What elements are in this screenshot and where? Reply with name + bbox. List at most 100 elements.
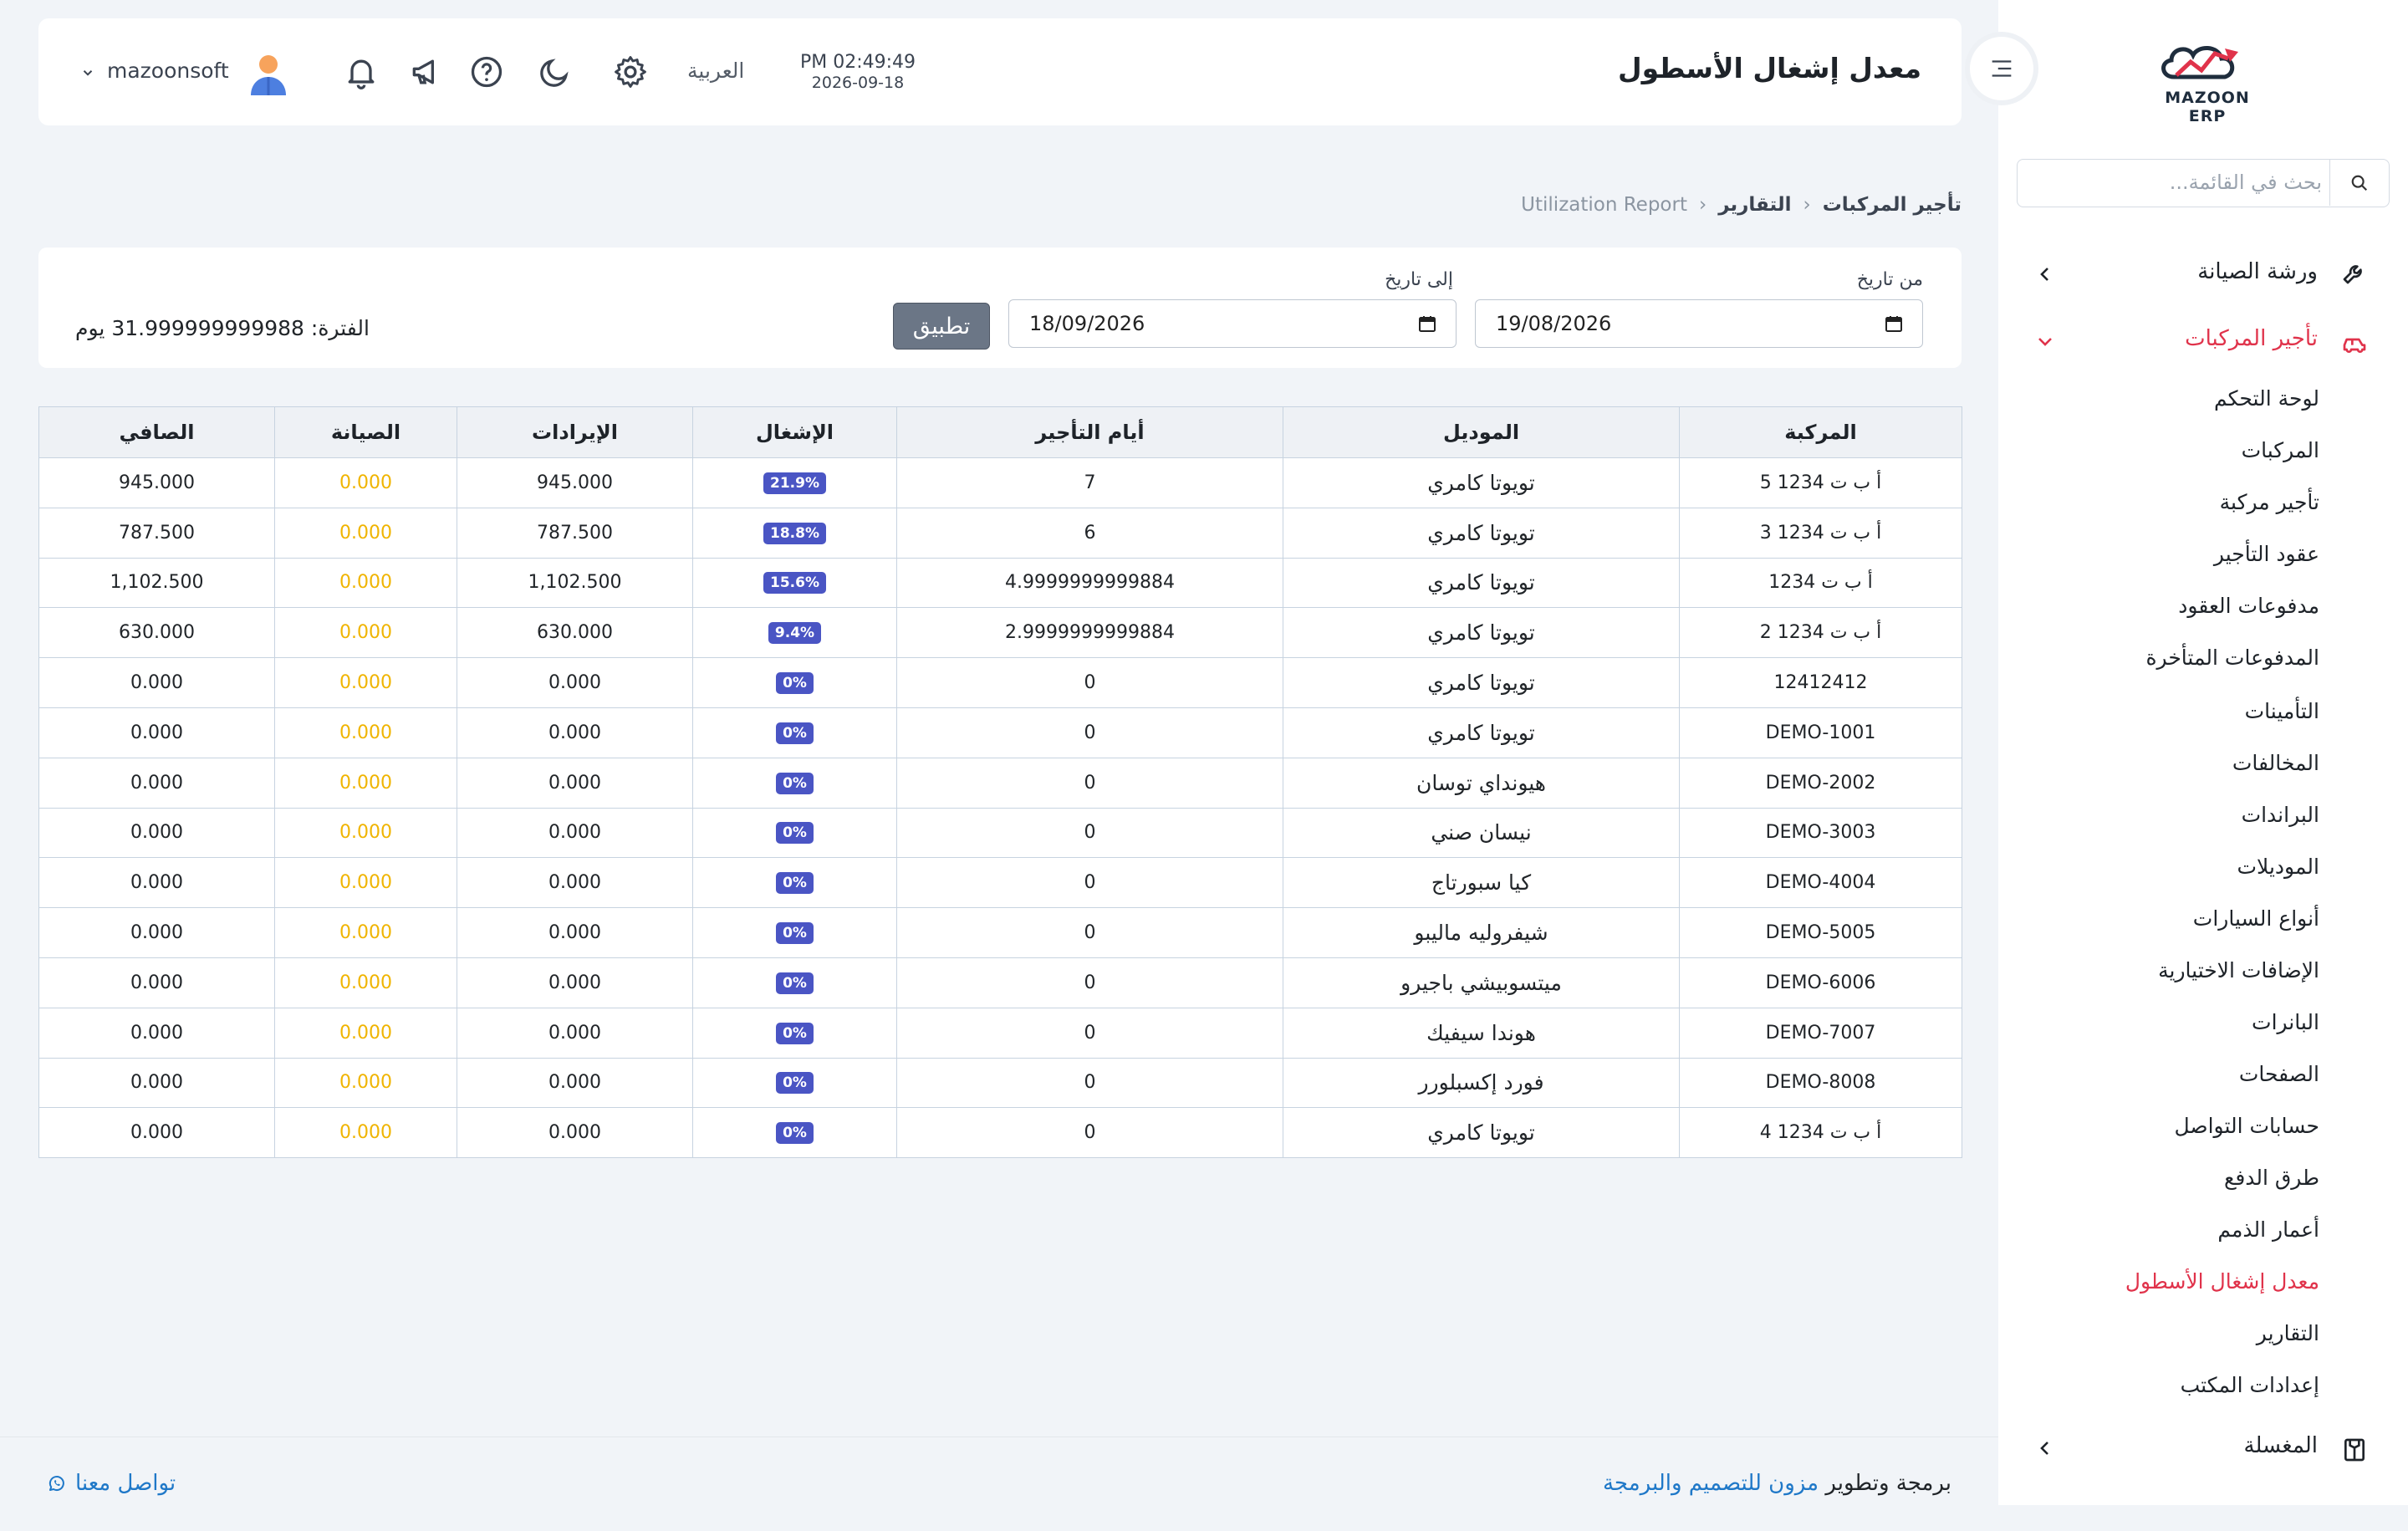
- sidebar-group-rental[interactable]: تأجير المركبات: [1998, 316, 2408, 366]
- username[interactable]: mazoonsoft: [107, 59, 229, 83]
- sidebar-item-contract-payments[interactable]: مدفوعات العقود: [2069, 594, 2319, 627]
- table-row[interactable]: DEMO-6006 ميتسوبيشي باجيرو 0 0% 0.000 0.000 0.…: [38, 957, 1962, 1008]
- language-switch[interactable]: العربية: [687, 59, 744, 83]
- sidebar-item-rental-contracts[interactable]: عقود التأجير: [2069, 542, 2319, 575]
- rental-days-cell: 0: [896, 1057, 1283, 1109]
- menu-search-input[interactable]: [2021, 163, 2330, 202]
- rental-days-cell: 0: [896, 757, 1283, 809]
- column-header-model[interactable]: الموديل: [1283, 406, 1680, 458]
- rental-days-cell: 0: [896, 807, 1283, 859]
- sidebar-group-maintenance[interactable]: ورشة الصيانة: [1998, 249, 2408, 299]
- net-cell: 630.000: [38, 607, 275, 659]
- table-row[interactable]: أ ب ت 1234 4 تويوتا كامري 0 0% 0.000 0.000 0.0…: [38, 1107, 1962, 1159]
- model-cell: تويوتا كامري: [1283, 1107, 1680, 1159]
- sidebar-item-optional-extras[interactable]: الإضافات الاختيارية: [2069, 958, 2319, 992]
- column-header-vehicle[interactable]: المركبة: [1679, 406, 1962, 458]
- model-cell: تويوتا كامري: [1283, 657, 1680, 708]
- table-row[interactable]: أ ب ت 1234 تويوتا كامري 4.9999999999884 15.…: [38, 557, 1962, 609]
- table-row[interactable]: DEMO-4004 كيا سبورتاج 0 0% 0.000 0.000 0.000: [38, 857, 1962, 909]
- help-icon[interactable]: [468, 54, 505, 90]
- sidebar-item-vehicles[interactable]: المركبات: [2069, 438, 2319, 472]
- logo-icon: [2161, 46, 2238, 79]
- breadcrumb-section[interactable]: التقارير: [1718, 194, 1791, 216]
- avatar[interactable]: [247, 52, 289, 97]
- sidebar-item-rent-vehicle[interactable]: تأجير مركبة: [2069, 490, 2319, 523]
- car-icon: [2343, 338, 2366, 353]
- calendar-icon[interactable]: [1884, 314, 1904, 334]
- table-row[interactable]: أ ب ت 1234 3 تويوتا كامري 6 18.8% 787.500 0.0…: [38, 507, 1962, 559]
- sidebar-item-reports[interactable]: التقارير: [2069, 1321, 2319, 1355]
- sidebar-item-car-types[interactable]: أنواع السيارات: [2069, 906, 2319, 940]
- chevron-left-icon: [2040, 1442, 2048, 1455]
- table-row[interactable]: 12412412 تويوتا كامري 0 0% 0.000 0.000 0.000: [38, 657, 1962, 708]
- sidebar-toggle-button[interactable]: [1970, 37, 2033, 100]
- to-date-input[interactable]: 18/09/2026: [1008, 299, 1457, 348]
- column-header-maintenance[interactable]: الصيانة: [274, 406, 457, 458]
- table-row[interactable]: DEMO-5005 شيفروليه ماليبو 0 0% 0.000 0.000 0.0…: [38, 907, 1962, 958]
- sidebar-item-office-settings[interactable]: إعدادات المكتب: [2069, 1373, 2319, 1406]
- model-cell: تويوتا كامري: [1283, 507, 1680, 559]
- wrench-icon: [2343, 265, 2362, 284]
- sidebar-item-fleet-utilization[interactable]: معدل إشغال الأسطول: [2069, 1269, 2319, 1303]
- maintenance-cell: 0.000: [274, 1057, 457, 1109]
- column-header-revenue[interactable]: الإيرادات: [457, 406, 693, 458]
- rental-days-cell: 2.9999999999884: [896, 607, 1283, 659]
- breadcrumb-root[interactable]: تأجير المركبات: [1823, 194, 1962, 216]
- sidebar-item-dashboard[interactable]: لوحة التحكم: [2069, 386, 2319, 420]
- vehicle-cell: DEMO-4004: [1679, 857, 1962, 909]
- table-row[interactable]: DEMO-8008 فورد إكسبلورر 0 0% 0.000 0.000 0.000: [38, 1057, 1962, 1109]
- table-row[interactable]: DEMO-2002 هيونداي توسان 0 0% 0.000 0.000 0.000: [38, 757, 1962, 809]
- menu-icon: [1992, 60, 2012, 77]
- sidebar-item-overdue-payments[interactable]: المدفوعات المتأخرة: [2069, 646, 2319, 679]
- utilization-cell: 18.8%: [692, 507, 897, 559]
- sidebar-group-laundry[interactable]: المغسلة: [1998, 1423, 2408, 1473]
- sidebar-item-banners[interactable]: البانرات: [2069, 1010, 2319, 1044]
- sidebar-item-brands[interactable]: البراندات: [2069, 803, 2319, 836]
- sidebar-item-models[interactable]: الموديلات: [2069, 855, 2319, 888]
- megaphone-icon[interactable]: [408, 54, 445, 90]
- apply-button[interactable]: تطبيق: [893, 303, 990, 350]
- sidebar-item-violations[interactable]: المخالفات: [2069, 751, 2319, 784]
- column-header-net[interactable]: الصافي: [38, 406, 275, 458]
- revenue-cell: 0.000: [457, 1057, 693, 1109]
- column-header-utilization[interactable]: الإشغال: [692, 406, 897, 458]
- from-date-input[interactable]: 19/08/2026: [1475, 299, 1923, 348]
- company-link[interactable]: مزون للتصميم والبرمجة: [1603, 1471, 1819, 1496]
- table-row[interactable]: أ ب ت 1234 2 تويوتا كامري 2.9999999999884 9…: [38, 607, 1962, 659]
- brand-logo[interactable]: MAZOON ERP: [2145, 33, 2270, 125]
- sidebar-item-pages[interactable]: الصفحات: [2069, 1062, 2319, 1095]
- calendar-icon[interactable]: [1417, 314, 1437, 334]
- laundry-icon: [2344, 1438, 2365, 1462]
- search-icon: [2351, 175, 2368, 191]
- bell-icon[interactable]: [343, 54, 380, 90]
- table-row[interactable]: DEMO-7007 هوندا سيفيك 0 0% 0.000 0.000 0.000: [38, 1007, 1962, 1059]
- search-button[interactable]: [2329, 160, 2389, 206]
- clock-time: PM 02:49:49: [799, 52, 916, 73]
- utilization-badge: 0%: [776, 672, 814, 695]
- net-cell: 0.000: [38, 1057, 275, 1109]
- contact-link[interactable]: تواصل معنا: [47, 1471, 176, 1496]
- table-row[interactable]: DEMO-3003 نيسان صني 0 0% 0.000 0.000 0.000: [38, 807, 1962, 859]
- sidebar-item-payment-methods[interactable]: طرق الدفع: [2069, 1166, 2319, 1199]
- maintenance-cell: 0.000: [274, 957, 457, 1008]
- utilization-badge: 0%: [776, 822, 814, 845]
- maintenance-cell: 0.000: [274, 657, 457, 708]
- moon-icon[interactable]: [537, 54, 574, 90]
- sidebar-item-social-accounts[interactable]: حسابات التواصل: [2069, 1114, 2319, 1147]
- rental-days-cell: 4.9999999999884: [896, 557, 1283, 609]
- revenue-cell: 1,102.500: [457, 557, 693, 609]
- sidebar: MAZOON ERP ورشة الصيانة تأجير المركبات ل…: [1998, 0, 2408, 1505]
- utilization-cell: 0%: [692, 857, 897, 909]
- footer-credit: برمجة وتطوير مزون للتصميم والبرمجة: [1603, 1471, 1951, 1496]
- gear-icon[interactable]: [612, 54, 649, 90]
- chevron-down-icon[interactable]: [80, 65, 95, 80]
- sidebar-item-receivables-aging[interactable]: أعمار الذمم: [2069, 1217, 2319, 1251]
- revenue-cell: 0.000: [457, 807, 693, 859]
- column-header-rental-days[interactable]: أيام التأجير: [896, 406, 1283, 458]
- table-row[interactable]: أ ب ت 1234 5 تويوتا كامري 7 21.9% 945.000 0.0…: [38, 457, 1962, 508]
- table-row[interactable]: DEMO-1001 تويوتا كامري 0 0% 0.000 0.000 0.000: [38, 707, 1962, 758]
- sidebar-item-insurances[interactable]: التأمينات: [2069, 699, 2319, 732]
- revenue-cell: 945.000: [457, 457, 693, 508]
- to-date-value: 18/09/2026: [1029, 312, 1145, 335]
- rental-days-cell: 0: [896, 657, 1283, 708]
